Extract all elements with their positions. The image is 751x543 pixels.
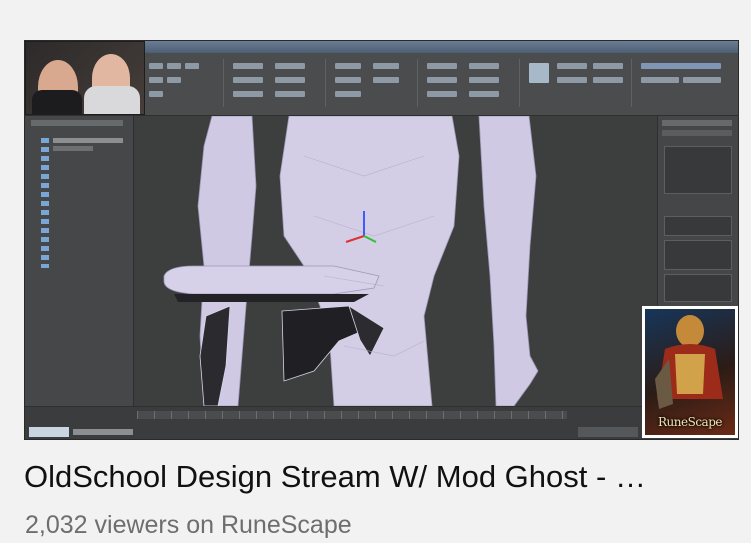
- ribbon-group: [143, 59, 224, 107]
- 3d-viewport[interactable]: [134, 116, 658, 406]
- stream-card: RuneScape OldSchool Design Stream W/ Mod…: [0, 0, 751, 543]
- status-field: [29, 427, 69, 437]
- game-name-link[interactable]: RuneScape: [221, 511, 352, 539]
- animation-timeline: [25, 406, 738, 439]
- runescape-box-art[interactable]: RuneScape: [642, 306, 738, 438]
- ribbon-group: [327, 59, 418, 107]
- viewer-count-line: 2,032 viewers on RuneScape: [25, 510, 352, 540]
- viewers-suffix: viewers on: [94, 511, 215, 539]
- runescape-logo-text: RuneScape: [658, 415, 722, 429]
- scene-explorer-panel: [25, 116, 134, 406]
- webcam-overlay: [25, 41, 145, 115]
- stream-title-link[interactable]: OldSchool Design Stream W/ Mod Ghost - …: [24, 459, 736, 495]
- ribbon-group: [419, 59, 520, 107]
- ribbon-group: [225, 59, 326, 107]
- ribbon-group: [633, 59, 733, 107]
- character-model: [163, 116, 539, 406]
- viewer-count: 2,032: [25, 511, 88, 539]
- stream-thumbnail[interactable]: [24, 40, 739, 440]
- ribbon-group: [521, 59, 632, 107]
